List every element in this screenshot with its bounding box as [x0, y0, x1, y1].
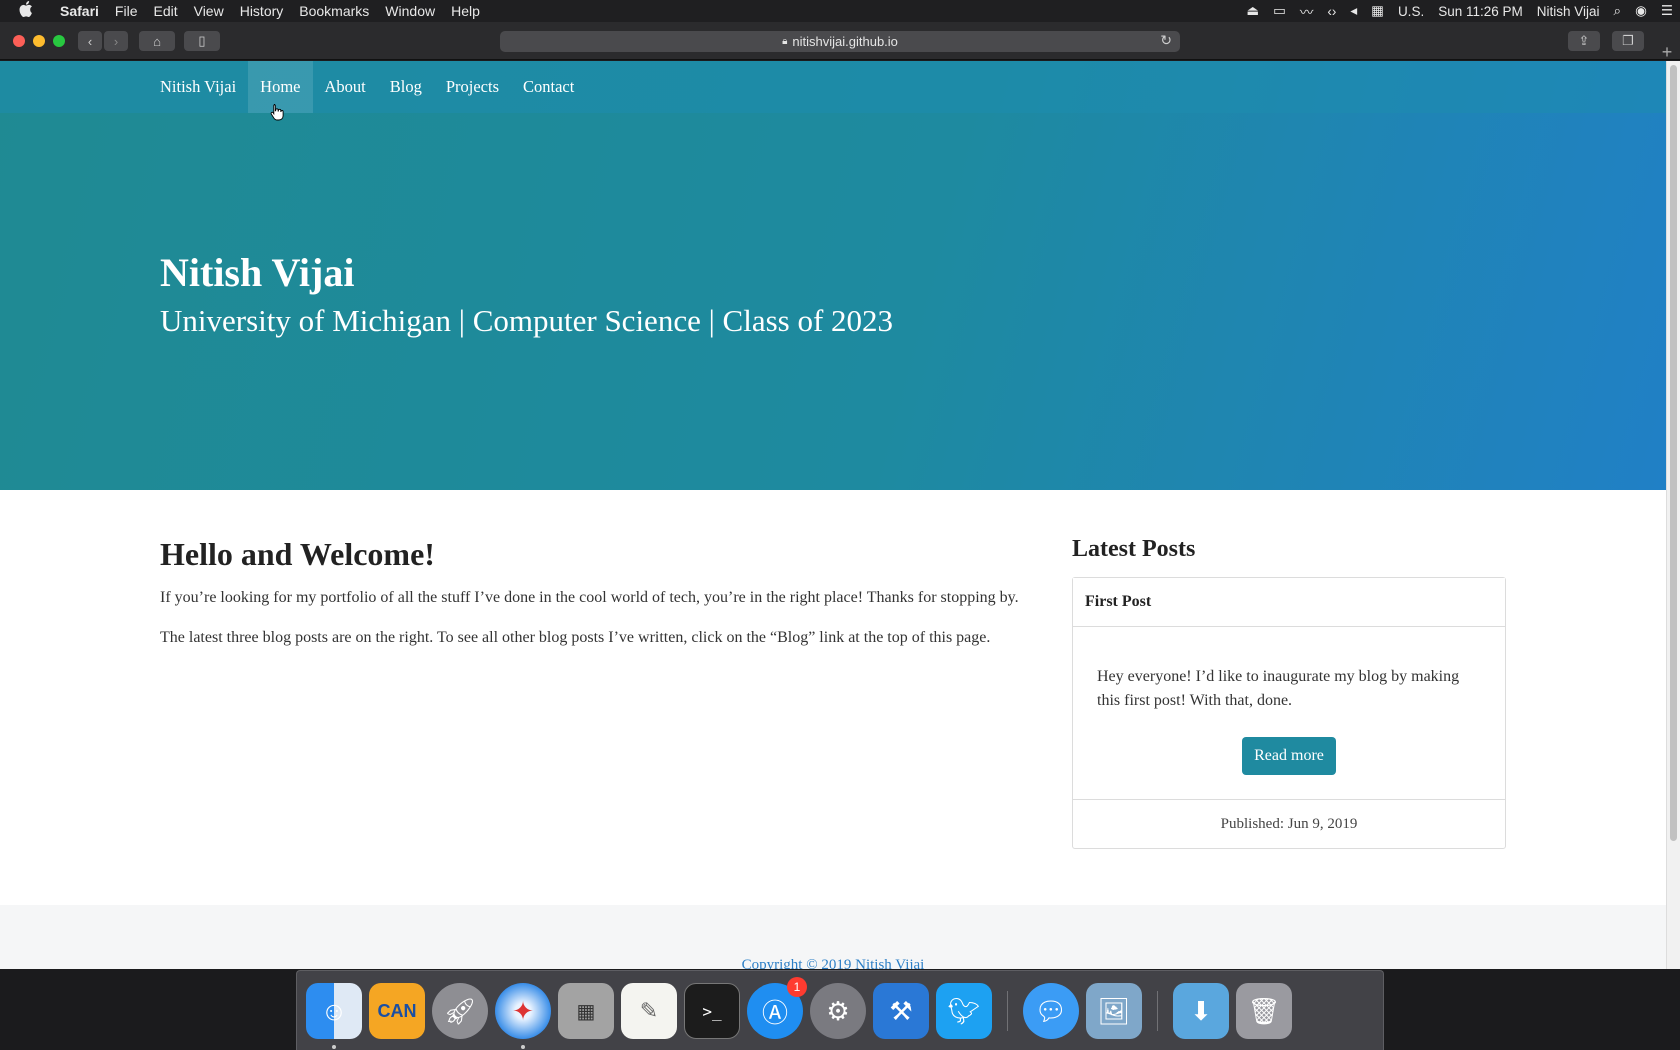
chevron-right-icon: › [113, 33, 119, 49]
app-store-icon[interactable]: Ⓐ 1 [747, 977, 807, 1039]
macos-dock: ☺ CAN 🚀︎ ✦ ▦ ✎ >_ Ⓐ 1 ⚙ ⚒ 🐦︎ 💬︎ 🖼︎ ⬇ 🗑︎ [296, 970, 1384, 1050]
menu-view[interactable]: View [186, 3, 232, 19]
menu-bookmarks[interactable]: Bookmarks [291, 3, 377, 19]
chevron-left-icon: ‹ [87, 33, 93, 49]
preview-icon[interactable]: 🖼︎ [1086, 983, 1142, 1039]
nav-link-blog[interactable]: Blog [378, 61, 434, 113]
user-name[interactable]: Nitish Vijai [1530, 4, 1607, 19]
nav-brand-link[interactable]: Nitish Vijai [148, 61, 248, 113]
menu-help[interactable]: Help [443, 3, 488, 19]
running-indicator [521, 1045, 525, 1049]
hero-title: Nitish Vijai [160, 250, 355, 295]
page-scrollbar[interactable] [1666, 61, 1680, 969]
can-app-icon[interactable]: CAN [369, 983, 425, 1039]
running-indicator [332, 1045, 336, 1049]
address-bar[interactable]: 🔒︎ nitishvijai.github.io ↻ [500, 31, 1180, 52]
menu-edit[interactable]: Edit [145, 3, 185, 19]
spotlight-icon[interactable]: ⌕ [1607, 3, 1629, 19]
plus-icon: + [1661, 42, 1673, 62]
launchpad-icon[interactable]: 🚀︎ [432, 983, 488, 1039]
site-navbar: Nitish Vijai Home About Blog Projects Co… [0, 61, 1666, 113]
menu-window[interactable]: Window [377, 3, 443, 19]
us-flag-icon[interactable]: ▦ [1364, 3, 1391, 19]
input-source[interactable]: U.S. [1391, 4, 1431, 19]
read-more-button[interactable]: Read more [1242, 737, 1336, 775]
eject-icon[interactable]: ⏏ [1239, 3, 1266, 19]
site-footer: Copyright © 2019 Nitish Vijai [0, 905, 1666, 969]
tabs-icon: ❐ [1622, 33, 1634, 48]
latest-posts-sidebar: Latest Posts First Post Hey everyone! I’… [1072, 536, 1506, 849]
clock[interactable]: Sun 11:26 PM [1431, 4, 1530, 19]
post-published-date: Published: Jun 9, 2019 [1073, 799, 1505, 848]
downloads-folder-icon[interactable]: ⬇ [1173, 983, 1229, 1039]
system-preferences-icon[interactable]: ⚙ [810, 983, 866, 1039]
dock-separator [1157, 991, 1158, 1031]
airplay-icon[interactable]: ▭ [1266, 3, 1293, 19]
nav-link-about[interactable]: About [313, 61, 378, 113]
dock-separator [1007, 991, 1008, 1031]
notification-center-icon[interactable]: ☰ [1654, 3, 1680, 19]
sidebar-toggle-button[interactable]: ▯ [184, 31, 220, 51]
macos-menubar: Safari File Edit View History Bookmarks … [0, 0, 1680, 22]
welcome-paragraph: If you’re looking for my portfolio of al… [160, 589, 1019, 606]
share-button[interactable]: ⇪ [1568, 31, 1600, 51]
forward-button[interactable]: › [104, 31, 128, 51]
twitter-icon[interactable]: 🐦︎ [936, 983, 992, 1039]
textedit-icon[interactable]: ✎ [621, 983, 677, 1039]
nav-link-contact[interactable]: Contact [511, 61, 586, 113]
menu-history[interactable]: History [232, 3, 292, 19]
web-page: Nitish Vijai Home About Blog Projects Co… [0, 61, 1666, 969]
app-store-badge: 1 [787, 977, 807, 997]
sidebar-icon: ▯ [198, 33, 206, 48]
activity-icon[interactable]: 〰 [1293, 1, 1321, 21]
menubar-status-area: ⏏ ▭ 〰 ‹› ◂ ▦ U.S. Sun 11:26 PM Nitish Vi… [1239, 0, 1680, 22]
safari-icon[interactable]: ✦ [495, 983, 551, 1039]
footer-copyright-link[interactable]: Copyright © 2019 Nitish Vijai [0, 957, 1666, 969]
zoom-window-button[interactable] [53, 35, 65, 47]
siri-icon[interactable]: ◉ [1628, 3, 1654, 19]
messages-icon[interactable]: 💬︎ [1023, 983, 1079, 1039]
reload-icon[interactable]: ↻ [1160, 32, 1172, 49]
url-text: nitishvijai.github.io [792, 34, 898, 49]
apple-menu-icon[interactable] [0, 1, 52, 21]
latest-posts-heading: Latest Posts [1072, 536, 1196, 562]
back-button[interactable]: ‹ [78, 31, 102, 51]
scrollbar-thumb[interactable] [1670, 65, 1677, 841]
menu-file[interactable]: File [107, 3, 146, 19]
welcome-section: Hello and Welcome! If you’re looking for… [160, 536, 1030, 667]
welcome-heading: Hello and Welcome! [160, 536, 435, 572]
tab-overview-button[interactable]: ❐ [1612, 31, 1644, 51]
post-title: First Post [1073, 578, 1505, 627]
code-icon[interactable]: ‹› [1320, 4, 1343, 19]
close-window-button[interactable] [13, 35, 25, 47]
hand-cursor-icon [270, 104, 284, 121]
xcode-icon[interactable]: ⚒ [873, 983, 929, 1039]
post-card: First Post Hey everyone! I’d like to ina… [1072, 577, 1506, 849]
volume-icon[interactable]: ◂ [1343, 3, 1364, 19]
nav-link-projects[interactable]: Projects [434, 61, 511, 113]
calculator-icon[interactable]: ▦ [558, 983, 614, 1039]
hero-banner: Nitish Vijai Home About Blog Projects Co… [0, 61, 1666, 490]
finder-icon[interactable]: ☺ [306, 983, 362, 1039]
post-body: Hey everyone! I’d like to inaugurate my … [1073, 627, 1505, 799]
minimize-window-button[interactable] [33, 35, 45, 47]
home-icon: ⌂ [153, 33, 161, 49]
welcome-paragraph: The latest three blog posts are on the r… [160, 629, 991, 646]
hero-subtitle: University of Michigan | Computer Scienc… [160, 303, 894, 338]
post-button-wrap: Read more [1097, 737, 1481, 775]
trash-icon[interactable]: 🗑︎ [1236, 983, 1292, 1039]
share-icon: ⇪ [1578, 33, 1590, 48]
home-button[interactable]: ⌂ [139, 31, 175, 51]
post-excerpt: Hey everyone! I’d like to inaugurate my … [1097, 668, 1460, 709]
safari-toolbar: ‹ › ⌂ ▯ 🔒︎ nitishvijai.github.io ↻ ⇪ ❐ + [0, 22, 1680, 62]
terminal-icon[interactable]: >_ [684, 983, 740, 1039]
lock-icon: 🔒︎ [782, 36, 788, 47]
menu-safari[interactable]: Safari [52, 3, 107, 19]
